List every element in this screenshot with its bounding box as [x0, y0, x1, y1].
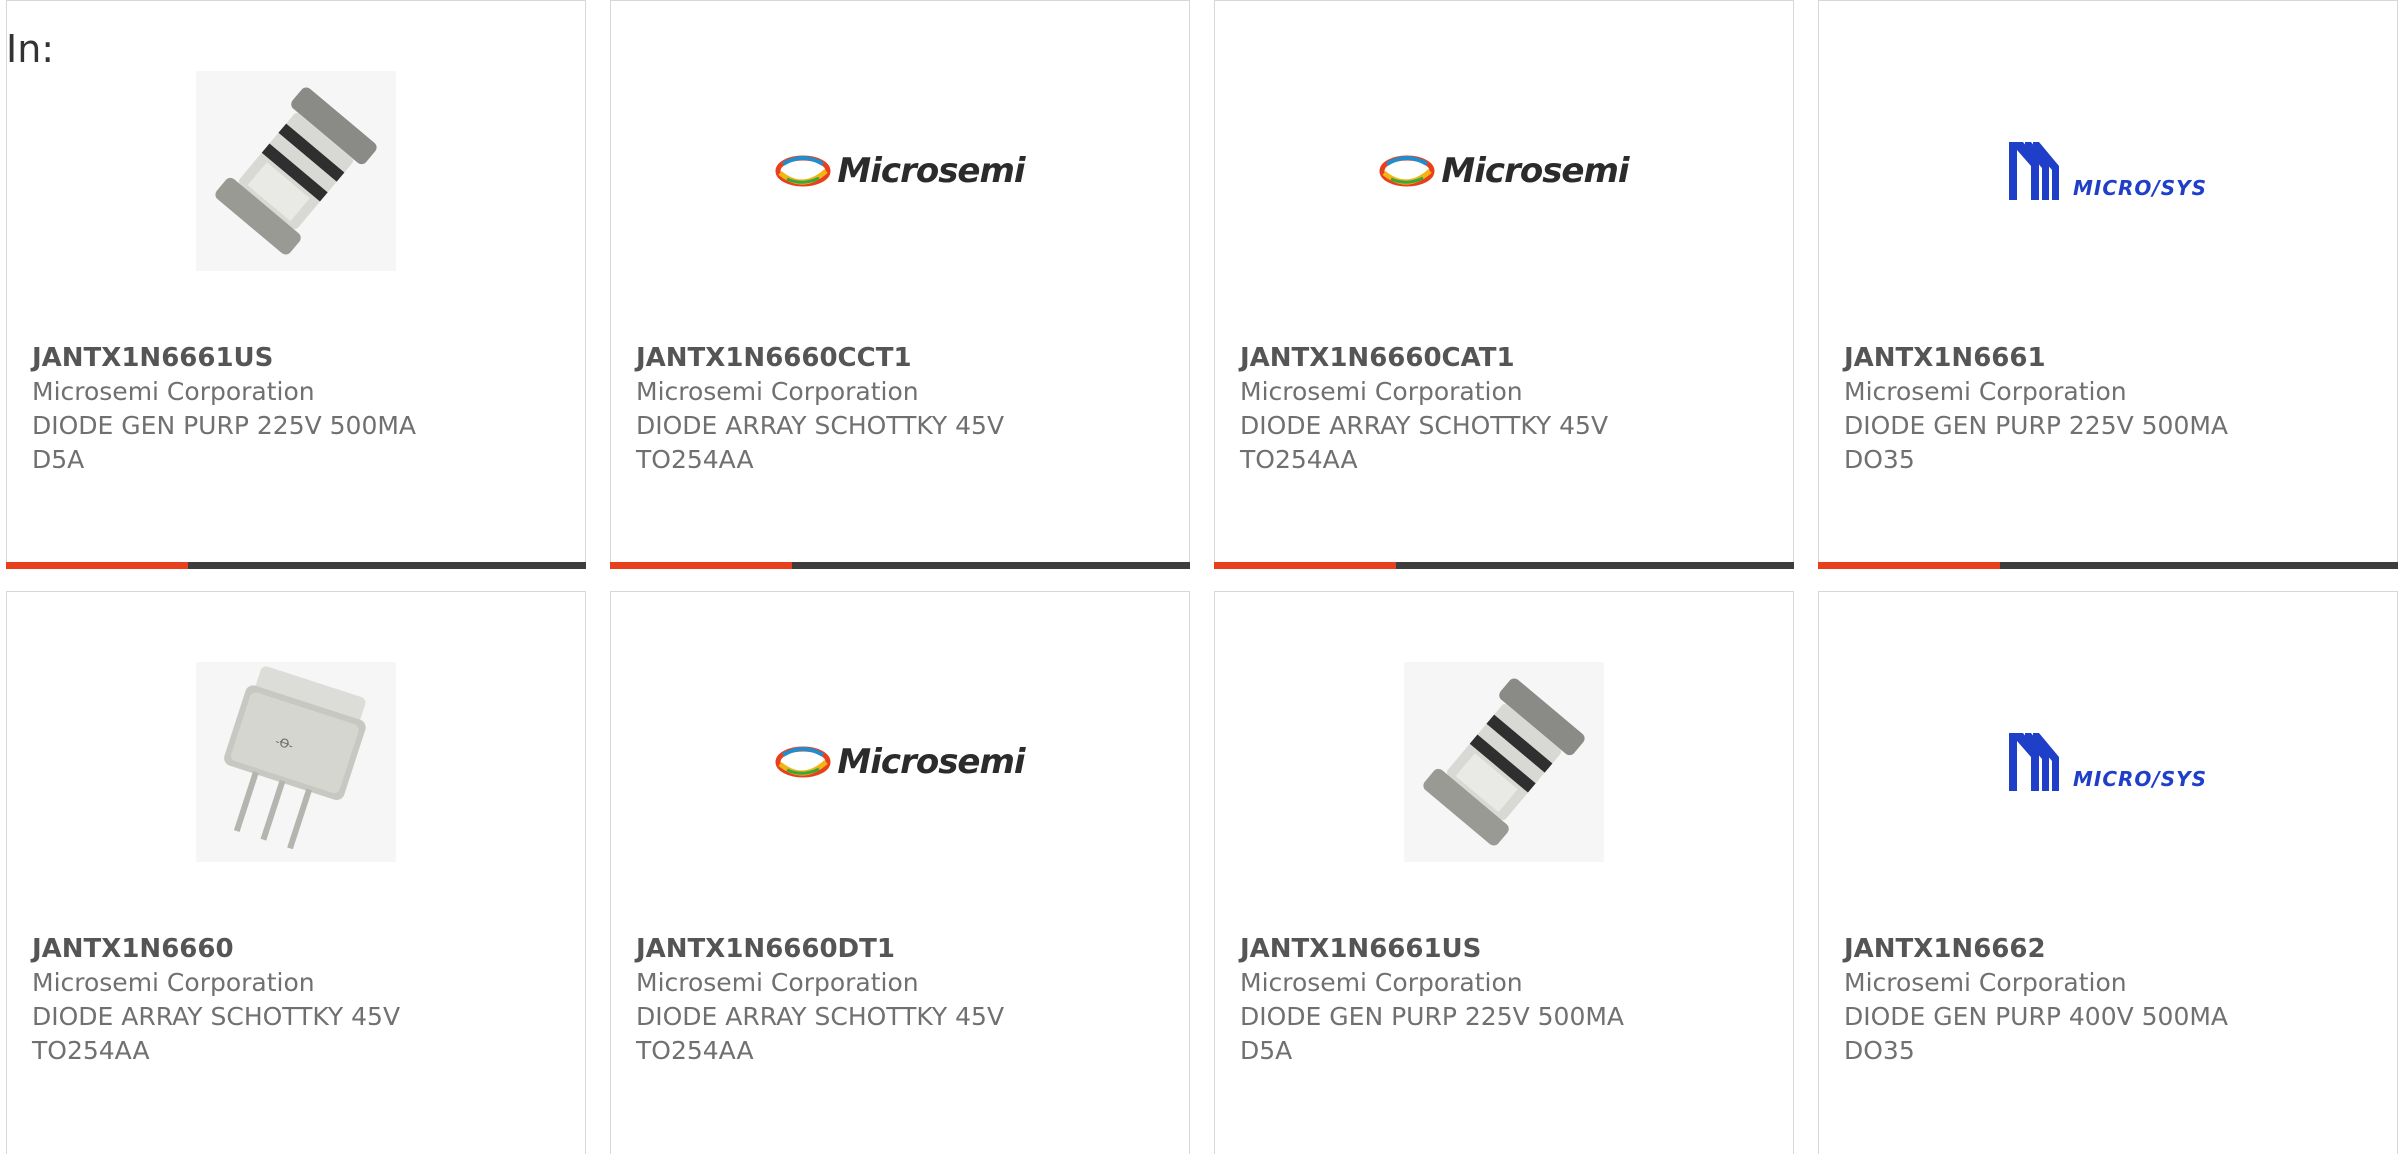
microsemi-swirl-icon [1379, 155, 1435, 187]
manufacturer: Microsemi Corporation [636, 968, 919, 997]
manufacturer: Microsemi Corporation [1240, 377, 1523, 406]
card-bottom-bar [1818, 562, 2398, 569]
card-bottom-bar [1214, 562, 1794, 569]
description: DIODE GEN PURP 225V 500MA DO35 [1844, 411, 2229, 474]
product-image[interactable]: Microsemi [611, 61, 1189, 281]
microsys-mark-icon [2008, 142, 2059, 200]
card-accent-bar [6, 562, 188, 569]
product-results-page: JANTX1N6661US Microsemi Corporation DIOD… [0, 0, 2400, 1154]
card-bottom-bar [6, 562, 586, 569]
product-card[interactable]: MICRO/SYS JANTX1N6662 Microsemi Corporat… [1818, 591, 2398, 1154]
product-text: JANTX1N6660CCT1 Microsemi Corporation DI… [636, 341, 1166, 477]
to254-package-image: -Ꝋ- [196, 662, 396, 862]
product-card[interactable]: Microsemi JANTX1N6660DT1 Microsemi Corpo… [610, 591, 1190, 1154]
microsemi-logo-text: Microsemi [1441, 151, 1629, 191]
in-label: In: [6, 27, 55, 71]
card-bottom-bar [610, 562, 1190, 569]
diode-d5a-image [1404, 662, 1604, 862]
card-accent-bar [1818, 562, 2000, 569]
product-card[interactable]: JANTX1N6661US Microsemi Corporation DIOD… [1214, 591, 1794, 1154]
product-image[interactable]: MICRO/SYS [1819, 652, 2397, 872]
microsemi-logo-text: Microsemi [837, 151, 1025, 191]
microsys-logo: MICRO/SYS [2008, 731, 2208, 793]
product-text: JANTX1N6661US Microsemi Corporation DIOD… [1240, 932, 1770, 1068]
product-text: JANTX1N6662 Microsemi Corporation DIODE … [1844, 932, 2374, 1068]
manufacturer: Microsemi Corporation [636, 377, 919, 406]
product-image[interactable]: Microsemi [611, 652, 1189, 872]
product-grid: JANTX1N6661US Microsemi Corporation DIOD… [6, 0, 2400, 1154]
product-image[interactable]: -Ꝋ- [7, 652, 585, 872]
product-image[interactable]: MICRO/SYS [1819, 61, 2397, 281]
manufacturer: Microsemi Corporation [1240, 968, 1523, 997]
description: DIODE GEN PURP 225V 500MA D5A [1240, 1002, 1625, 1065]
part-number-link[interactable]: JANTX1N6660CAT1 [1240, 341, 1770, 375]
description: DIODE GEN PURP 225V 500MA D5A [32, 411, 417, 474]
microsys-logo: MICRO/SYS [2008, 140, 2208, 202]
microsys-mark-icon [2008, 733, 2059, 791]
product-text: JANTX1N6661US Microsemi Corporation DIOD… [32, 341, 562, 477]
product-image[interactable]: Microsemi [1215, 61, 1793, 281]
manufacturer: Microsemi Corporation [1844, 968, 2127, 997]
part-number-link[interactable]: JANTX1N6662 [1844, 932, 2374, 966]
microsemi-logo: Microsemi [775, 151, 1026, 191]
description: DIODE ARRAY SCHOTTKY 45V TO254AA [32, 1002, 401, 1065]
product-image[interactable] [1215, 652, 1793, 872]
product-text: JANTX1N6660CAT1 Microsemi Corporation DI… [1240, 341, 1770, 477]
microsemi-logo: Microsemi [775, 742, 1026, 782]
part-number-link[interactable]: JANTX1N6660CCT1 [636, 341, 1166, 375]
part-number-link[interactable]: JANTX1N6661 [1844, 341, 2374, 375]
part-number-link[interactable]: JANTX1N6660 [32, 932, 562, 966]
part-number-link[interactable]: JANTX1N6661US [1240, 932, 1770, 966]
product-card[interactable]: MICRO/SYS JANTX1N6661 Microsemi Corporat… [1818, 0, 2398, 569]
product-card[interactable]: JANTX1N6661US Microsemi Corporation DIOD… [6, 0, 586, 569]
product-text: JANTX1N6661 Microsemi Corporation DIODE … [1844, 341, 2374, 477]
product-card[interactable]: -Ꝋ- JANTX1N6660 Microsemi Corporation DI… [6, 591, 586, 1154]
microsys-logo-text: MICRO/SYS [2072, 176, 2208, 200]
product-card[interactable]: Microsemi JANTX1N6660CAT1 Microsemi Corp… [1214, 0, 1794, 569]
diode-d5a-image [196, 71, 396, 271]
product-text: JANTX1N6660 Microsemi Corporation DIODE … [32, 932, 562, 1068]
manufacturer: Microsemi Corporation [32, 377, 315, 406]
description: DIODE ARRAY SCHOTTKY 45V TO254AA [1240, 411, 1609, 474]
card-accent-bar [1214, 562, 1396, 569]
description: DIODE ARRAY SCHOTTKY 45V TO254AA [636, 411, 1005, 474]
microsemi-logo-text: Microsemi [837, 742, 1025, 782]
microsemi-swirl-icon [775, 746, 831, 778]
microsemi-swirl-icon [775, 155, 831, 187]
description: DIODE ARRAY SCHOTTKY 45V TO254AA [636, 1002, 1005, 1065]
product-text: JANTX1N6660DT1 Microsemi Corporation DIO… [636, 932, 1166, 1068]
part-number-link[interactable]: JANTX1N6660DT1 [636, 932, 1166, 966]
description: DIODE GEN PURP 400V 500MA DO35 [1844, 1002, 2229, 1065]
product-card[interactable]: Microsemi JANTX1N6660CCT1 Microsemi Corp… [610, 0, 1190, 569]
microsemi-logo: Microsemi [1379, 151, 1630, 191]
manufacturer: Microsemi Corporation [1844, 377, 2127, 406]
part-number-link[interactable]: JANTX1N6661US [32, 341, 562, 375]
manufacturer: Microsemi Corporation [32, 968, 315, 997]
product-image[interactable] [7, 61, 585, 281]
card-accent-bar [610, 562, 792, 569]
microsys-logo-text: MICRO/SYS [2072, 767, 2208, 791]
